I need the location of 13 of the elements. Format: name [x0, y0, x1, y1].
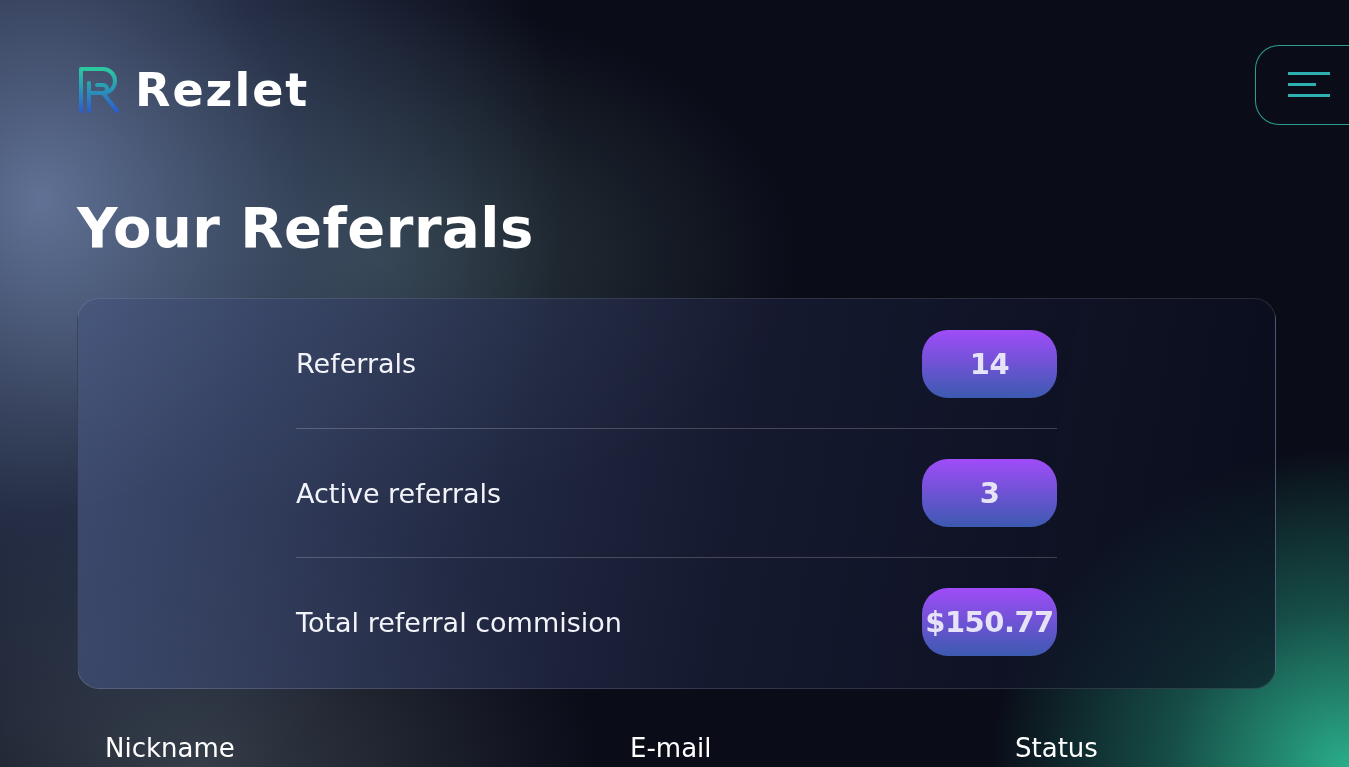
stat-label: Referrals [296, 348, 417, 379]
page-title: Your Referrals [77, 194, 535, 262]
stat-value: 14 [922, 329, 1057, 398]
stat-value: $150.77 [922, 588, 1057, 656]
stat-label: Active referrals [296, 477, 502, 509]
menu-icon [1288, 72, 1330, 98]
brand-name: Rezlet [135, 63, 310, 117]
stat-value: 3 [922, 459, 1057, 527]
column-header: Status [1015, 733, 1099, 763]
column-header: E-mail [630, 733, 713, 763]
column-header: Nickname [105, 733, 236, 763]
menu-button[interactable] [1255, 45, 1349, 125]
stat-label: Total referral commision [296, 606, 622, 638]
